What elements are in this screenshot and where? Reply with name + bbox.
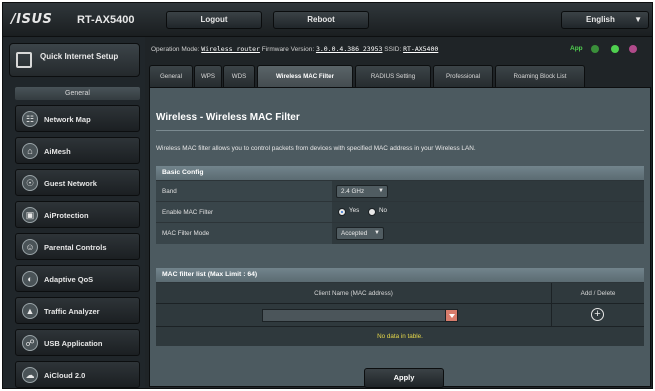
enable-mac-filter-row: Enable MAC Filter Yes No (156, 201, 644, 223)
asus-logo: /ISUS (11, 12, 53, 27)
sidebar-item-label: USB Application (44, 339, 103, 348)
quick-setup-label: Quick Internet Setup (40, 52, 119, 61)
tab-professional[interactable]: Professional (433, 65, 493, 87)
sidebar-item-aimesh[interactable]: ⌂ AiMesh (15, 137, 140, 164)
tab-wps[interactable]: WPS (194, 65, 222, 87)
chevron-down-icon: ▼ (374, 230, 380, 236)
add-icon[interactable]: + (591, 308, 604, 321)
sidebar-item-label: Network Map (44, 115, 91, 124)
status-bar: Operation Mode: Wireless router Firmware… (151, 41, 651, 57)
logout-button[interactable]: Logout (166, 11, 262, 29)
mac-add-row: + (156, 303, 644, 327)
client-name-column-header: Client Name (MAC address) (314, 290, 393, 297)
ssid-label: SSID: (384, 46, 402, 53)
sidebar-item-label: Adaptive QoS (44, 275, 94, 284)
sidebar-item-label: AiProtection (44, 211, 89, 220)
language-select[interactable]: English ▼ (561, 11, 649, 29)
quick-internet-setup-button[interactable]: Quick Internet Setup (9, 43, 140, 77)
aicloud-icon: ☁ (22, 367, 38, 383)
parental-controls-icon: ☺ (22, 239, 38, 255)
band-select[interactable]: 2.4 GHz ▼ (336, 185, 388, 198)
enable-no-label: No (379, 207, 388, 214)
mac-address-input[interactable] (262, 309, 446, 322)
content-panel: Wireless - Wireless MAC Filter Wireless … (149, 87, 651, 388)
tab-radius-setting[interactable]: RADIUS Setting (355, 65, 431, 87)
sidebar-item-aicloud[interactable]: ☁ AiCloud 2.0 (15, 361, 140, 388)
aiprotection-icon: ▣ (22, 207, 38, 223)
app-link[interactable]: App (570, 41, 583, 57)
operation-mode-label: Operation Mode: (151, 46, 200, 53)
mac-filter-list-table: MAC filter list (Max Limit : 64) Client … (156, 268, 644, 346)
sidebar-item-label: Traffic Analyzer (44, 307, 100, 316)
sidebar-item-network-map[interactable]: ☷ Network Map (15, 105, 140, 132)
mac-filter-mode-select[interactable]: Accepted ▼ (336, 227, 384, 240)
client-list-dropdown-button[interactable] (445, 309, 458, 322)
language-value: English (586, 15, 615, 24)
enable-mac-filter-label: Enable MAC Filter (156, 202, 332, 223)
sidebar: Quick Internet Setup General ☷ Network M… (3, 37, 145, 388)
mac-filter-mode-row: MAC Filter Mode Accepted ▼ (156, 222, 644, 244)
top-bar: /ISUS RT-AX5400 Logout Reboot English ▼ (3, 3, 652, 37)
sidebar-item-label: AiMesh (44, 147, 71, 156)
usb-application-icon: ☍ (22, 335, 38, 351)
router-admin-window: /ISUS RT-AX5400 Logout Reboot English ▼ … (2, 2, 653, 389)
empty-table-message: No data in table. (156, 326, 644, 346)
adaptive-qos-icon: ◐ (22, 271, 38, 287)
mac-filter-mode-label: MAC Filter Mode (156, 223, 332, 244)
sidebar-item-label: AiCloud 2.0 (44, 371, 86, 380)
reboot-button[interactable]: Reboot (273, 11, 369, 29)
operation-mode-link[interactable]: Wireless router (201, 45, 260, 53)
printer-status-icon[interactable] (591, 45, 599, 53)
model-name: RT-AX5400 (77, 14, 135, 26)
sidebar-item-adaptive-qos[interactable]: ◐ Adaptive QoS (15, 265, 140, 292)
title-divider (156, 130, 644, 131)
chevron-down-icon: ▼ (378, 188, 384, 194)
aimesh-icon: ⌂ (22, 143, 38, 159)
sidebar-item-guest-network[interactable]: ☉ Guest Network (15, 169, 140, 196)
band-row: Band 2.4 GHz ▼ (156, 180, 644, 202)
traffic-analyzer-icon: ▲ (22, 303, 38, 319)
usb-status-icon[interactable] (629, 45, 637, 53)
sidebar-item-parental-controls[interactable]: ☺ Parental Controls (15, 233, 140, 260)
tab-general[interactable]: General (149, 65, 193, 87)
mac-list-column-headers: Client Name (MAC address) Add / Delete (156, 282, 644, 304)
sidebar-item-traffic-analyzer[interactable]: ▲ Traffic Analyzer (15, 297, 140, 324)
enable-no-radio[interactable] (368, 208, 376, 216)
mac-filter-mode-value: Accepted (341, 230, 368, 237)
sidebar-item-label: Parental Controls (44, 243, 107, 252)
chevron-down-icon: ▼ (634, 15, 642, 24)
sidebar-item-usb-application[interactable]: ☍ USB Application (15, 329, 140, 356)
tab-wireless-mac-filter[interactable]: Wireless MAC Filter (257, 65, 353, 87)
basic-config-heading: Basic Config (156, 166, 644, 180)
sidebar-section-general: General (15, 87, 140, 100)
page-title: Wireless - Wireless MAC Filter (156, 112, 300, 123)
apply-button[interactable]: Apply (364, 368, 444, 388)
firmware-label: Firmware Version: (261, 46, 315, 53)
sidebar-item-aiprotection[interactable]: ▣ AiProtection (15, 201, 140, 228)
internet-status-icon[interactable] (611, 45, 619, 53)
enable-yes-label: Yes (349, 207, 360, 214)
enable-yes-radio[interactable] (338, 208, 346, 216)
quick-setup-icon (16, 52, 32, 68)
page-description: Wireless MAC filter allows you to contro… (156, 145, 476, 152)
firmware-link[interactable]: 3.0.0.4.386_23953 (316, 45, 383, 53)
tab-wds[interactable]: WDS (223, 65, 255, 87)
basic-config-table: Basic Config Band 2.4 GHz ▼ Enable MAC F… (156, 166, 644, 244)
tab-roaming-block-list[interactable]: Roaming Block List (495, 65, 585, 87)
band-label: Band (156, 181, 332, 202)
add-delete-column-header: Add / Delete (551, 283, 644, 304)
column-divider (551, 304, 552, 327)
mac-filter-list-heading: MAC filter list (Max Limit : 64) (156, 268, 644, 282)
guest-network-icon: ☉ (22, 175, 38, 191)
ssid-link[interactable]: RT-AX5400 (403, 45, 438, 53)
network-map-icon: ☷ (22, 111, 38, 127)
sidebar-item-label: Guest Network (44, 179, 97, 188)
band-value: 2.4 GHz (341, 188, 365, 195)
